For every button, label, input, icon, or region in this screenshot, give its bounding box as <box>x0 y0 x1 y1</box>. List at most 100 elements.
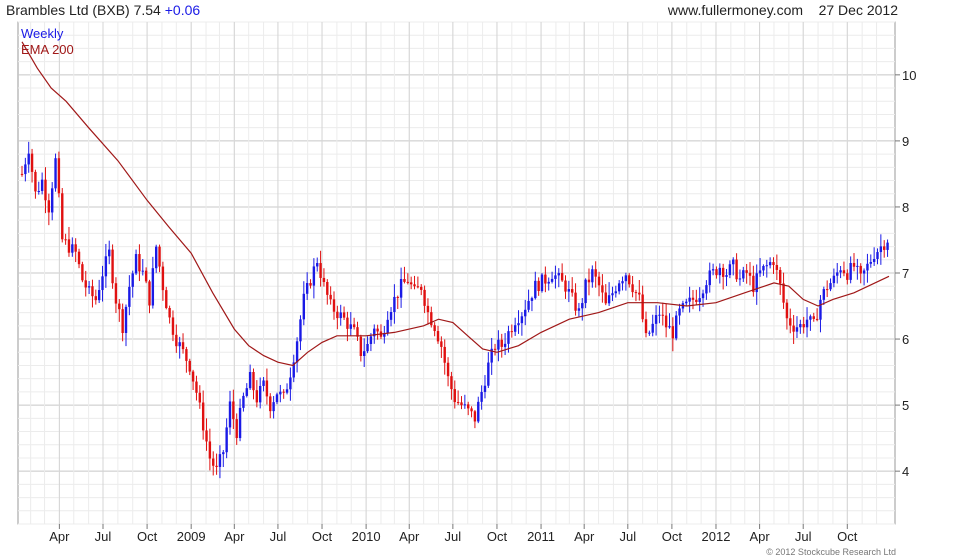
candle-body <box>564 280 567 292</box>
candle-body <box>222 452 225 455</box>
candle-body <box>782 283 785 303</box>
candle-body <box>212 458 215 466</box>
x-tick-label: Apr <box>49 529 70 544</box>
candle-body <box>762 265 765 271</box>
candle-body <box>487 362 490 386</box>
candle-body <box>396 296 399 298</box>
candle-body <box>594 269 597 277</box>
y-tick-label: 9 <box>902 134 909 149</box>
candle-body <box>144 270 148 282</box>
candle-body <box>520 316 524 324</box>
candle-body <box>675 315 678 339</box>
candle-body <box>799 324 802 328</box>
candle-body <box>728 264 732 276</box>
candle-body <box>205 430 208 442</box>
candle-body <box>832 275 836 284</box>
candle-body <box>265 380 269 397</box>
candle-body <box>735 259 738 280</box>
candle-body <box>362 351 366 356</box>
candle-body <box>460 402 463 406</box>
candle-body <box>856 265 859 267</box>
candle-body <box>688 297 691 302</box>
candle-body <box>550 278 554 282</box>
candle-body <box>748 272 752 276</box>
candle-body <box>768 262 772 266</box>
candle-body <box>252 372 255 391</box>
candle-body <box>61 193 64 240</box>
candle-body <box>403 279 406 282</box>
candle-body <box>571 289 574 293</box>
candle-body <box>862 270 866 274</box>
candle-body <box>554 275 557 279</box>
candle-body <box>349 324 352 329</box>
candle-body <box>802 324 805 328</box>
candle-body <box>154 246 158 269</box>
candle-body <box>631 284 634 293</box>
candle-body <box>158 246 161 267</box>
candle-body <box>332 299 336 312</box>
candle-body <box>708 270 711 286</box>
candle-body <box>715 269 718 276</box>
candle-body <box>785 302 789 319</box>
candle-body <box>527 300 530 310</box>
candle-body <box>836 272 839 276</box>
candle-body <box>71 244 74 253</box>
candle-body <box>359 336 363 356</box>
candle-body <box>316 263 319 267</box>
candle-body <box>483 385 487 392</box>
candle-body <box>524 309 527 317</box>
candle-body <box>232 401 235 420</box>
candle-body <box>624 275 628 282</box>
candle-body <box>188 360 191 372</box>
candle-body <box>235 419 238 439</box>
candle-body <box>138 254 141 272</box>
candle-body <box>581 303 584 309</box>
candle-body <box>148 281 151 306</box>
x-tick-label: Jul <box>445 529 462 544</box>
candle-body <box>185 349 188 361</box>
candle-body <box>510 331 514 333</box>
x-tick-label: 2012 <box>702 529 731 544</box>
candle-body <box>718 267 722 276</box>
candle-body <box>852 263 856 267</box>
candle-body <box>745 270 748 273</box>
candle-body <box>711 269 715 271</box>
candle-body <box>758 270 762 274</box>
candle-body <box>275 394 279 403</box>
candle-body <box>336 311 339 319</box>
candle-body <box>87 286 91 288</box>
candle-body <box>141 270 144 272</box>
candle-body <box>218 454 222 467</box>
candle-body <box>886 242 889 250</box>
candle-body <box>668 326 671 328</box>
candle-body <box>258 385 262 403</box>
x-tick-label: 2011 <box>527 529 555 544</box>
candle-body <box>842 270 846 274</box>
candle-body <box>128 286 131 307</box>
candle-body <box>151 268 155 306</box>
candle-body <box>705 285 708 294</box>
candle-body <box>621 281 624 284</box>
candle-body <box>40 179 44 191</box>
candle-body <box>242 395 245 408</box>
candle-body <box>245 388 248 396</box>
candle-body <box>789 318 792 326</box>
candle-body <box>866 263 869 271</box>
candle-body <box>664 315 668 328</box>
x-tick-label: Jul <box>95 529 112 544</box>
candle-body <box>279 391 282 395</box>
candle-body <box>118 303 121 310</box>
candle-body <box>500 339 503 347</box>
candle-body <box>436 331 440 342</box>
candle-body <box>420 286 423 290</box>
legend-entry: EMA 200 <box>21 42 74 57</box>
candle-body <box>285 389 289 393</box>
y-tick-label: 5 <box>902 398 909 413</box>
candle-body <box>54 158 57 189</box>
x-tick-label: Apr <box>749 529 770 544</box>
candle-body <box>101 276 104 291</box>
candle-body <box>742 270 745 279</box>
x-tick-label: Jul <box>795 529 812 544</box>
candle-body <box>369 336 373 344</box>
candle-body <box>497 339 500 350</box>
